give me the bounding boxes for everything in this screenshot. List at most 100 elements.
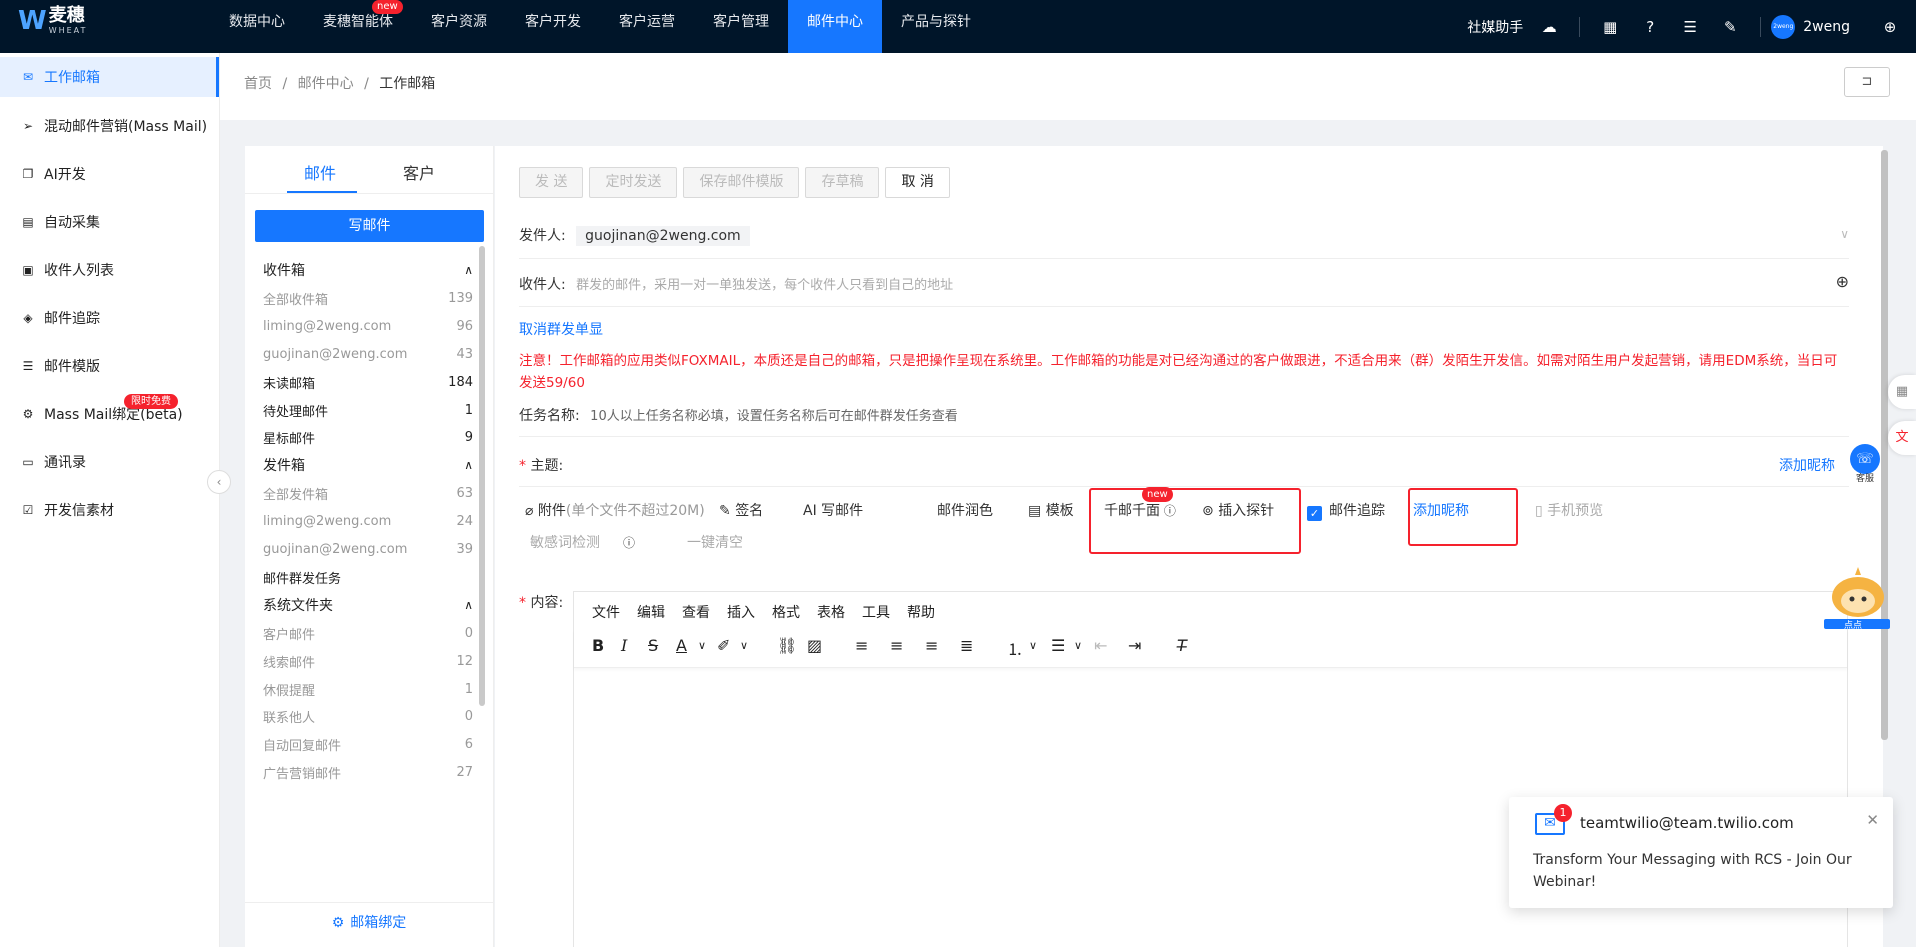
polish-button[interactable]: 邮件润色 xyxy=(937,496,993,526)
task-name-input[interactable]: 10人以上任务名称必填，设置任务名称后可在邮件群发任务查看 xyxy=(590,409,958,424)
chevron-down-icon[interactable]: ∨ xyxy=(1029,639,1037,652)
align-center-icon[interactable]: ≡ xyxy=(890,636,903,655)
bullet-list-icon[interactable]: ☰ xyxy=(1051,636,1065,655)
recipient-input[interactable]: 群发的邮件，采用一对一单独发送，每个收件人只看到自己的地址 xyxy=(576,278,953,293)
nav-ai-agent[interactable]: 麦穗智能体 new xyxy=(304,0,412,53)
exit-fullscreen-button[interactable]: ⊐ xyxy=(1844,67,1890,97)
align-right-icon[interactable]: ≡ xyxy=(925,636,938,655)
nav-customer-development[interactable]: 客户开发 xyxy=(506,0,600,53)
save-template-button[interactable]: 保存邮件模版 xyxy=(683,167,800,198)
chevron-down-icon[interactable]: ∨ xyxy=(740,639,748,652)
cancel-button[interactable]: 取 消 xyxy=(885,167,950,198)
action-buttons: 发 送 定时发送 保存邮件模版 存草稿 取 消 xyxy=(519,167,950,198)
sidebar-item-mail-tracking[interactable]: ◈ 邮件追踪 xyxy=(0,298,219,338)
mailbox-bind-button[interactable]: ⚙ 邮箱绑定 xyxy=(245,902,493,947)
bold-icon[interactable]: B xyxy=(592,636,604,655)
sidebar-item-address-book[interactable]: ▭ 通讯录 xyxy=(0,442,219,482)
rte-menu-file[interactable]: 文件 xyxy=(592,602,620,622)
sidebar-item-auto-collect[interactable]: ▤ 自动采集 xyxy=(0,202,219,242)
clear-format-icon[interactable]: T̶ xyxy=(1177,636,1187,655)
sidebar-item-mail-templates[interactable]: ☰ 邮件模版 xyxy=(0,346,219,386)
schedule-send-button[interactable]: 定时发送 xyxy=(589,167,678,198)
nav-customer-resources[interactable]: 客户资源 xyxy=(412,0,506,53)
indent-icon[interactable]: ⇥ xyxy=(1128,636,1141,655)
sidebar-item-mass-mail-binding[interactable]: ⚙ Mass Mail绑定(beta) 限时免费 xyxy=(0,394,219,434)
rte-menu-view[interactable]: 查看 xyxy=(682,602,710,622)
help-icon[interactable]: ? xyxy=(1630,18,1670,36)
ai-write-button[interactable]: AI 写邮件 xyxy=(803,496,863,526)
image-icon[interactable]: ▨ xyxy=(807,636,822,655)
rte-menu-help[interactable]: 帮助 xyxy=(907,602,935,622)
rte-menu-format[interactable]: 格式 xyxy=(772,602,800,622)
translate-float-button[interactable]: 文 xyxy=(1888,421,1916,455)
cloud-upload-icon[interactable]: ☁ xyxy=(1529,18,1569,36)
strikethrough-icon[interactable]: S xyxy=(648,636,658,655)
chevron-down-icon[interactable]: ∨ xyxy=(1840,227,1849,241)
nav-mail-center[interactable]: 邮件中心 xyxy=(788,0,882,53)
align-left-icon[interactable]: ≡ xyxy=(855,636,868,655)
clear-all-button[interactable]: 一键清空 xyxy=(687,528,743,558)
sidebar-collapse-button[interactable]: ‹ xyxy=(207,470,231,494)
username: 2weng xyxy=(1803,18,1850,35)
add-nickname-link[interactable]: 添加昵称 xyxy=(1779,455,1835,475)
cancel-bulk-single-display-link[interactable]: 取消群发单显 xyxy=(519,319,603,339)
sensitive-check-button[interactable]: 敏感词检测 xyxy=(530,528,600,558)
social-assistant-link[interactable]: 社媒助手 xyxy=(1467,17,1523,37)
italic-icon[interactable]: I xyxy=(621,636,627,655)
breadcrumb-mail-center[interactable]: 邮件中心 xyxy=(298,76,354,92)
text-color-icon[interactable]: A xyxy=(676,636,687,655)
highlight-color-icon[interactable]: ✐ xyxy=(717,636,730,655)
nav-customer-management[interactable]: 客户管理 xyxy=(694,0,788,53)
chevron-down-icon[interactable]: ∨ xyxy=(1074,639,1082,652)
user-menu[interactable]: 2weng 2weng xyxy=(1771,14,1850,39)
nav-customer-operations[interactable]: 客户运营 xyxy=(600,0,694,53)
checklist-icon[interactable]: ☰ xyxy=(1670,18,1710,36)
tab-customer[interactable]: 客户 xyxy=(403,160,435,184)
add-recipient-icon[interactable]: ⊕ xyxy=(1836,272,1849,291)
sidebar-item-mass-mail[interactable]: ➢ 混动邮件营销(Mass Mail) xyxy=(0,106,219,146)
logo[interactable]: W 麦穗 WHEAT xyxy=(18,6,87,36)
subject-row: * 主题: xyxy=(519,458,564,474)
close-icon[interactable]: ✕ xyxy=(1866,811,1879,829)
outdent-icon[interactable]: ⇤ xyxy=(1094,636,1107,655)
signature-button[interactable]: ✎ 签名 xyxy=(719,496,763,526)
save-draft-button[interactable]: 存草稿 xyxy=(805,167,880,198)
folder-label: 广告营销邮件 xyxy=(263,766,342,782)
numbered-list-icon[interactable]: ⒈ xyxy=(1007,636,1023,660)
chevron-up-icon[interactable]: ∧ xyxy=(464,263,473,277)
sidebar-item-dev-materials[interactable]: ☑ 开发信素材 xyxy=(0,490,219,530)
email-notification-toast[interactable]: ✉ 1 teamtwilio@team.twilio.com ✕ Transfo… xyxy=(1509,797,1893,908)
rte-menu-edit[interactable]: 编辑 xyxy=(637,602,665,622)
tab-mail[interactable]: 邮件 xyxy=(304,160,336,184)
editor-scrollbar[interactable] xyxy=(1881,150,1888,740)
nav-products-probes[interactable]: 产品与探针 xyxy=(882,0,990,53)
chevron-up-icon[interactable]: ∧ xyxy=(464,598,473,612)
link-icon[interactable]: ⛓ xyxy=(777,636,797,655)
align-justify-icon[interactable]: ≣ xyxy=(960,636,973,655)
nav-data-center[interactable]: 数据中心 xyxy=(210,0,304,53)
customer-service-button[interactable]: ☏ 客服 xyxy=(1850,444,1880,484)
mobile-preview-button[interactable]: ▯ 手机预览 xyxy=(1535,496,1603,526)
send-button[interactable]: 发 送 xyxy=(519,167,584,198)
rte-menu-table[interactable]: 表格 xyxy=(817,602,845,622)
tracking-toggle[interactable]: ✓ 邮件追踪 xyxy=(1307,496,1385,526)
sidebar-item-ai-dev[interactable]: ❐ AI开发 xyxy=(0,154,219,194)
folder-scrollbar[interactable] xyxy=(479,246,485,706)
chevron-down-icon[interactable]: ∨ xyxy=(698,639,706,652)
chevron-up-icon[interactable]: ∧ xyxy=(464,458,473,472)
attachment-button[interactable]: ⌀ 附件(单个文件不超过20M) xyxy=(525,496,705,526)
folder-item[interactable]: 广告营销邮件 27 xyxy=(263,755,473,789)
template-button[interactable]: ▤ 模板 xyxy=(1028,496,1074,526)
compose-button[interactable]: 写邮件 xyxy=(255,210,484,242)
sidebar-item-work-mailbox[interactable]: ✉ 工作邮箱 xyxy=(0,57,219,97)
mascot-assistant[interactable]: 点点 xyxy=(1822,565,1892,635)
qr-float-button[interactable]: ▦ xyxy=(1888,375,1916,409)
apps-grid-icon[interactable]: ▦ xyxy=(1590,18,1630,36)
rte-menu-tools[interactable]: 工具 xyxy=(862,602,890,622)
edit-task-icon[interactable]: ✎ xyxy=(1710,18,1750,36)
breadcrumb-home[interactable]: 首页 xyxy=(244,76,272,92)
sidebar-item-recipient-list[interactable]: ▣ 收件人列表 xyxy=(0,250,219,290)
sender-select[interactable]: guojinan@2weng.com xyxy=(576,226,750,246)
rte-menu-insert[interactable]: 插入 xyxy=(727,602,755,622)
globe-icon[interactable]: ⊕ xyxy=(1870,18,1910,36)
